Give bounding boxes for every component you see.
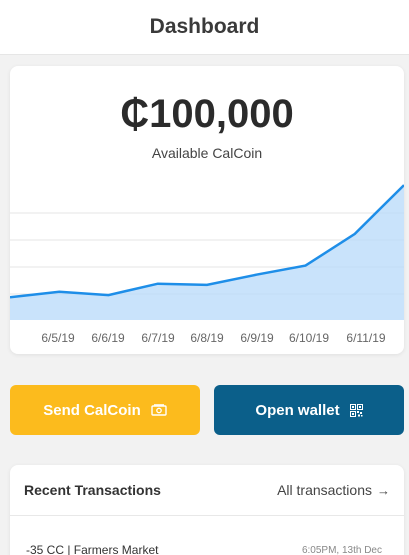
app-header: Dashboard bbox=[0, 0, 409, 55]
cash-icon bbox=[151, 404, 167, 416]
send-calcoin-button[interactable]: Send CalCoin bbox=[10, 385, 200, 435]
open-wallet-label: Open wallet bbox=[255, 401, 340, 419]
qr-code-icon bbox=[349, 403, 363, 417]
transactions-title: Recent Transactions bbox=[24, 482, 161, 498]
recent-transactions-card: Recent Transactions All transactions → -… bbox=[10, 465, 404, 555]
transaction-row[interactable]: -35 CC | Farmers Market 6:05PM, 13th Dec bbox=[10, 516, 404, 555]
transaction-description: -35 CC | Farmers Market bbox=[26, 543, 159, 555]
all-transactions-link[interactable]: All transactions → bbox=[277, 482, 390, 498]
balance-amount: ₵100,000 bbox=[120, 92, 294, 136]
x-tick-label: 6/10/19 bbox=[289, 331, 329, 345]
all-transactions-label: All transactions bbox=[277, 482, 372, 498]
transaction-time: 6:05PM, 13th Dec bbox=[301, 545, 382, 555]
transactions-header: Recent Transactions All transactions → bbox=[10, 465, 404, 516]
arrow-right-icon: → bbox=[377, 482, 390, 498]
balance-card: ₵100,000 Available CalCoin 6/5/19 6/6/19 6… bbox=[10, 66, 404, 354]
send-calcoin-label: Send CalCoin bbox=[43, 401, 141, 419]
x-tick-label: 6/5/19 bbox=[41, 331, 75, 345]
balance-chart: 6/5/19 6/6/19 6/7/19 6/8/19 6/9/19 6/10/19 6/1… bbox=[10, 184, 404, 345]
balance-label: Available CalCoin bbox=[151, 145, 263, 161]
x-tick-label: 6/8/19 bbox=[190, 331, 224, 345]
open-wallet-button[interactable]: Open wallet bbox=[214, 385, 404, 435]
x-tick-label: 6/7/19 bbox=[141, 331, 175, 345]
chart-area-fill bbox=[10, 185, 404, 320]
x-tick-label: 6/9/19 bbox=[240, 331, 274, 345]
x-tick-label: 6/11/19 bbox=[346, 331, 385, 345]
page-title: Dashboard bbox=[149, 15, 260, 38]
x-tick-label: 6/6/19 bbox=[91, 331, 125, 345]
